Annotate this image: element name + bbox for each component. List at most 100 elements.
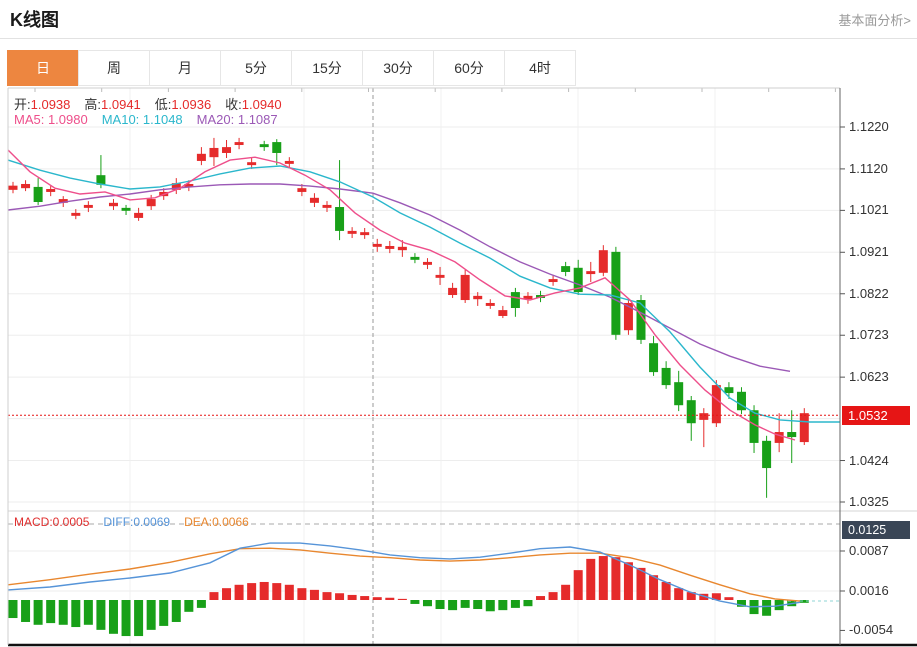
candle-body	[310, 198, 319, 203]
macd-bar	[586, 559, 595, 600]
price-axis-label: 1.0921	[849, 244, 889, 259]
macd-bar	[247, 583, 256, 600]
macd-bar	[285, 585, 294, 600]
macd-bar	[134, 600, 143, 636]
macd-bar	[724, 597, 733, 600]
candle-body	[109, 203, 118, 206]
price-axis-label: 1.0822	[849, 286, 889, 301]
macd-bar	[122, 600, 131, 636]
legend-item: MA20: 1.1087	[197, 112, 278, 127]
price-axis-label: 1.0325	[849, 494, 889, 509]
macd-bar	[109, 600, 118, 634]
legend-item: MA5: 1.0980	[14, 112, 88, 127]
macd-bar	[536, 596, 545, 600]
candle-body	[473, 296, 482, 299]
candle-body	[423, 262, 432, 265]
macd-bar	[71, 600, 80, 627]
macd-bar	[662, 582, 671, 600]
candle-body	[649, 343, 658, 372]
macd-bar	[574, 570, 583, 600]
candle-body	[46, 189, 55, 192]
candle-body	[34, 187, 43, 202]
macd-bar	[423, 600, 432, 606]
legend-item: DEA:0.0066	[184, 515, 249, 529]
candle-body	[498, 310, 507, 316]
candle-body	[486, 303, 495, 306]
macd-bar	[561, 585, 570, 600]
candle-body	[147, 199, 156, 206]
macd-bar	[323, 592, 332, 600]
candle-body	[712, 385, 721, 423]
legend-item: DIFF:0.0069	[103, 515, 170, 529]
candle-body	[71, 213, 80, 216]
macd-bar	[599, 556, 608, 600]
candle-body	[297, 188, 306, 192]
macd-bar	[436, 600, 445, 609]
macd-bar	[297, 588, 306, 600]
macd-max-badge: 0.0125	[842, 521, 910, 539]
macd-bar	[373, 597, 382, 600]
candle-body	[335, 207, 344, 231]
price-axis-label: 1.1220	[849, 119, 889, 134]
legend-item: MACD:0.0005	[14, 515, 89, 529]
kline-page: K线图 基本面分析> 日周月5分15分30分60分4时 开:1.0938高:1.…	[0, 0, 917, 647]
legend-item: MA10: 1.1048	[102, 112, 183, 127]
candle-body	[360, 232, 369, 235]
candle-body	[699, 413, 708, 420]
macd-bar	[611, 557, 620, 600]
macd-bar	[172, 600, 181, 622]
ohlc-legend: 开:1.0938高:1.0941低:1.0936收:1.0940	[14, 94, 296, 113]
macd-bar	[84, 600, 93, 625]
macd-bar	[34, 600, 43, 625]
price-axis-label: 1.1120	[849, 161, 888, 176]
macd-axis-label: -0.0054	[849, 622, 893, 637]
macd-legend: MACD:0.0005 DIFF:0.0069 DEA:0.0066	[14, 515, 263, 529]
legend-item: 高:1.0941	[84, 97, 140, 112]
candle-body	[511, 292, 520, 308]
candle-body	[762, 441, 771, 468]
macd-bar	[159, 600, 168, 626]
macd-bar	[448, 600, 457, 610]
macd-bar	[335, 593, 344, 600]
macd-bar	[360, 596, 369, 600]
macd-bar	[348, 595, 357, 600]
candle-body	[674, 382, 683, 405]
candle-body	[410, 257, 419, 260]
candle-body	[21, 184, 30, 188]
candle-body	[134, 213, 143, 218]
candle-body	[775, 432, 784, 443]
macd-bar	[21, 600, 30, 622]
macd-bar	[498, 600, 507, 610]
macd-bar	[235, 585, 244, 600]
macd-bar	[385, 598, 394, 600]
candle-body	[586, 271, 595, 274]
macd-bar	[46, 600, 55, 623]
candle-body	[272, 142, 281, 153]
macd-bar	[272, 583, 281, 600]
candle-body	[687, 400, 696, 423]
current-price-badge: 1.0532	[842, 406, 910, 425]
candle-body	[800, 413, 809, 442]
candle-body	[84, 205, 93, 208]
macd-bar	[59, 600, 68, 625]
macd-axis-label: 0.0016	[849, 583, 889, 598]
candle-body	[398, 247, 407, 250]
macd-bar	[222, 588, 231, 600]
macd-bar	[674, 588, 683, 600]
candle-body	[235, 142, 244, 145]
macd-bar	[649, 575, 658, 600]
candle-body	[448, 288, 457, 295]
macd-bar	[310, 590, 319, 600]
price-axis-label: 1.0723	[849, 327, 889, 342]
candle-body	[285, 161, 294, 164]
candle-body	[247, 162, 256, 165]
candle-body	[373, 244, 382, 247]
candle-body	[436, 275, 445, 278]
candle-body	[9, 186, 18, 190]
macd-bar	[260, 582, 269, 600]
macd-bar	[96, 600, 105, 630]
macd-bar	[147, 600, 156, 630]
macd-bar	[624, 562, 633, 600]
candle-body	[385, 246, 394, 249]
legend-item: 低:1.0936	[155, 97, 211, 112]
